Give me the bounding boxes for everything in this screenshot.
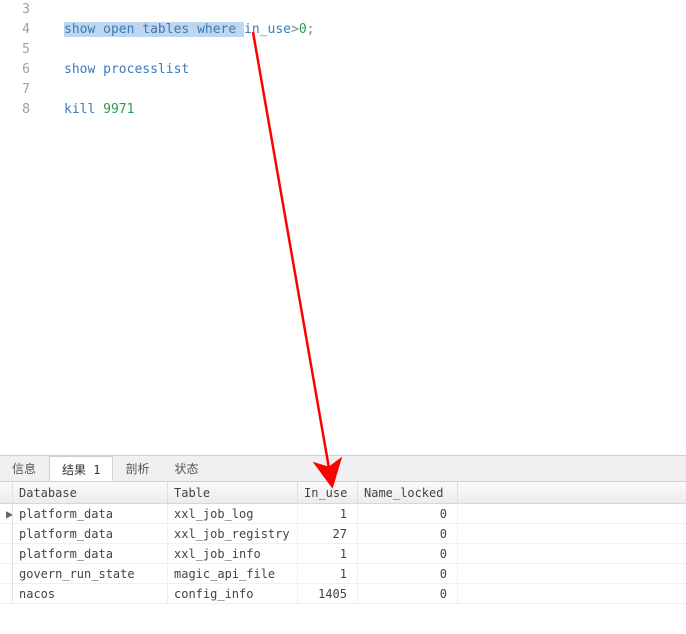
line-number: 4 xyxy=(0,20,44,40)
code-line[interactable]: show processlist xyxy=(44,60,686,80)
tab-2[interactable]: 剖析 xyxy=(113,456,162,481)
table-row[interactable]: govern_run_statemagic_api_file10 xyxy=(0,564,686,584)
cell-inuse[interactable]: 1 xyxy=(298,564,358,583)
line-number: 5 xyxy=(0,40,44,60)
cell-table[interactable]: config_info xyxy=(168,584,298,603)
code-line[interactable] xyxy=(44,40,686,60)
grid-header: Database Table In_use Name_locked xyxy=(0,482,686,504)
cell-inuse[interactable]: 1405 xyxy=(298,584,358,603)
grid-body: ▶platform_dataxxl_job_log10platform_data… xyxy=(0,504,686,604)
col-table[interactable]: Table xyxy=(168,482,298,503)
col-database[interactable]: Database xyxy=(13,482,168,503)
table-row[interactable]: ▶platform_dataxxl_job_log10 xyxy=(0,504,686,524)
row-marker-icon: ▶ xyxy=(0,504,13,523)
line-number: 8 xyxy=(0,100,44,120)
table-row[interactable]: platform_dataxxl_job_info10 xyxy=(0,544,686,564)
tab-0[interactable]: 信息 xyxy=(0,456,49,481)
code-line[interactable]: kill 9971 xyxy=(44,100,686,120)
cell-inuse[interactable]: 27 xyxy=(298,524,358,543)
cell-namelocked[interactable]: 0 xyxy=(358,564,458,583)
line-number: 3 xyxy=(0,0,44,20)
code-line[interactable] xyxy=(44,80,686,100)
cell-database[interactable]: platform_data xyxy=(13,544,168,563)
code-line[interactable] xyxy=(44,0,686,20)
cell-database[interactable]: govern_run_state xyxy=(13,564,168,583)
tab-3[interactable]: 状态 xyxy=(162,456,211,481)
results-panel: 信息结果 1剖析状态 Database Table In_use Name_lo… xyxy=(0,455,686,604)
cell-table[interactable]: xxl_job_log xyxy=(168,504,298,523)
result-tabs: 信息结果 1剖析状态 xyxy=(0,456,686,482)
code-line[interactable]: show open tables where in_use>0; xyxy=(44,20,686,40)
table-row[interactable]: platform_dataxxl_job_registry270 xyxy=(0,524,686,544)
table-row[interactable]: nacosconfig_info14050 xyxy=(0,584,686,604)
line-number: 7 xyxy=(0,80,44,100)
cell-table[interactable]: xxl_job_info xyxy=(168,544,298,563)
cell-database[interactable]: platform_data xyxy=(13,504,168,523)
cell-namelocked[interactable]: 0 xyxy=(358,504,458,523)
sql-editor[interactable]: 34show open tables where in_use>0;56show… xyxy=(0,0,686,455)
cell-namelocked[interactable]: 0 xyxy=(358,544,458,563)
cell-inuse[interactable]: 1 xyxy=(298,544,358,563)
result-grid: Database Table In_use Name_locked ▶platf… xyxy=(0,482,686,604)
cell-database[interactable]: platform_data xyxy=(13,524,168,543)
cell-table[interactable]: xxl_job_registry xyxy=(168,524,298,543)
cell-namelocked[interactable]: 0 xyxy=(358,524,458,543)
col-namelocked[interactable]: Name_locked xyxy=(358,482,458,503)
row-marker-icon xyxy=(0,584,13,603)
col-inuse[interactable]: In_use xyxy=(298,482,358,503)
cell-inuse[interactable]: 1 xyxy=(298,504,358,523)
row-marker-icon xyxy=(0,524,13,543)
row-marker-icon xyxy=(0,544,13,563)
cell-namelocked[interactable]: 0 xyxy=(358,584,458,603)
tab-1[interactable]: 结果 1 xyxy=(49,456,113,481)
line-number: 6 xyxy=(0,60,44,80)
row-marker-icon xyxy=(0,564,13,583)
cell-database[interactable]: nacos xyxy=(13,584,168,603)
cell-table[interactable]: magic_api_file xyxy=(168,564,298,583)
